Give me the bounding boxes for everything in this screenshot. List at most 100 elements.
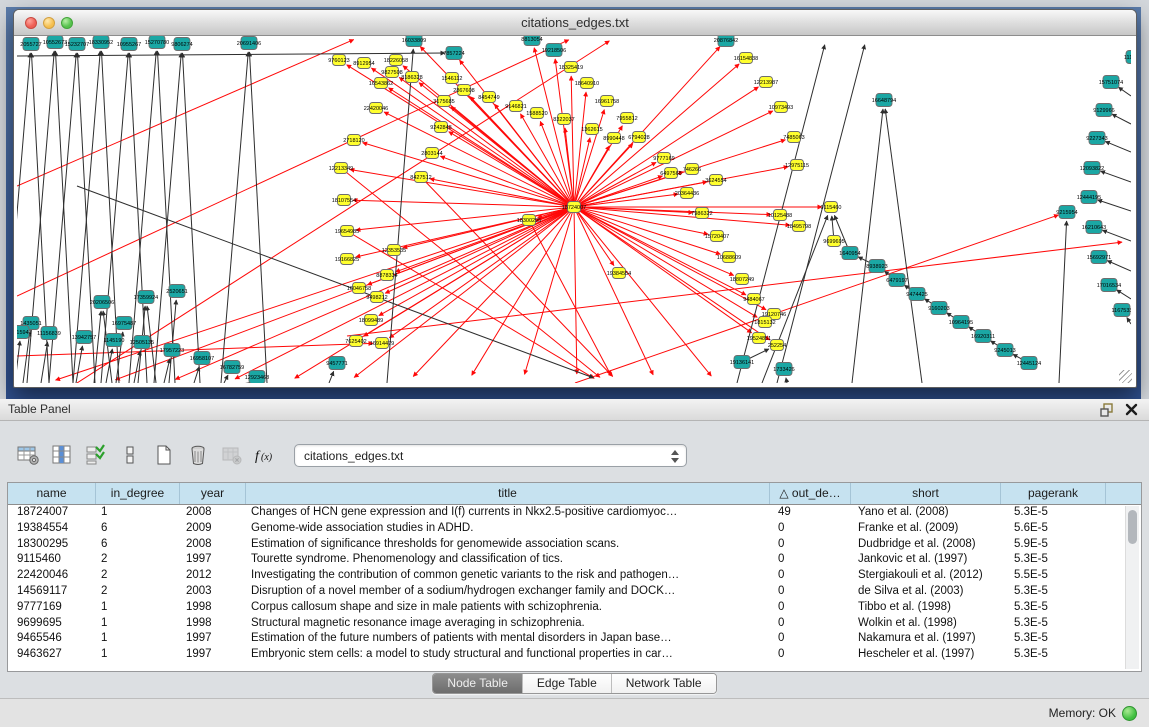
graph-node-label: 13942757 <box>72 335 96 341</box>
graph-node-label: 1733426 <box>773 367 794 373</box>
column-header-year[interactable]: year <box>180 483 246 504</box>
delete-table-icon[interactable] <box>216 440 248 470</box>
graph-node-label: 9227343 <box>1086 136 1107 142</box>
table-cell: 19384554 <box>8 521 96 537</box>
table-cell: 18300295 <box>8 537 96 553</box>
column-header-title[interactable]: title <box>246 483 770 504</box>
graph-node-label: 19524851 <box>747 336 771 342</box>
tab-network-table[interactable]: Network Table <box>612 674 716 693</box>
citation-edge <box>574 207 577 374</box>
citation-network-graph[interactable]: 1872400797601238912954182260589827508165… <box>17 36 1131 383</box>
network-canvas[interactable]: 1872400797601238912954182260589827508165… <box>17 36 1133 384</box>
table-cell: Estimation of the future numbers of pati… <box>246 631 770 647</box>
network-window-titlebar[interactable]: citations_edges.txt <box>14 10 1136 36</box>
svg-text:(x): (x) <box>261 452 273 463</box>
graph-node-label: 12213349 <box>329 166 353 172</box>
graph-node-label: 18300295 <box>517 218 541 224</box>
minimize-window-icon[interactable] <box>43 17 55 29</box>
table-selector-dropdown[interactable]: citations_edges.txt <box>294 444 687 467</box>
function-builder-icon[interactable]: f(x) <box>250 440 282 470</box>
resize-grip[interactable] <box>1119 370 1132 383</box>
graph-node-label: 16154838 <box>734 56 758 62</box>
column-header-out-de-[interactable]: △ out_de… <box>770 483 851 504</box>
close-panel-icon[interactable] <box>1124 402 1139 417</box>
graph-node-label: 10955267 <box>117 42 141 48</box>
graph-node-label: 16210643 <box>1082 225 1106 231</box>
graph-node-label: 12093822 <box>1080 166 1104 172</box>
citation-edge <box>574 194 678 207</box>
table-row[interactable]: 1456911722003Disruption of a novel membe… <box>8 584 1141 600</box>
graph-node-label: 16914479 <box>370 341 394 347</box>
graph-node-label: 11156839 <box>37 331 61 337</box>
column-header-short[interactable]: short <box>851 483 1001 504</box>
close-window-icon[interactable] <box>25 17 37 29</box>
table-row[interactable]: 1872400712008Changes of HCN gene express… <box>8 505 1141 521</box>
table-row[interactable]: 1938455462009Genome-wide association stu… <box>8 521 1141 537</box>
row-height-icon[interactable] <box>114 440 146 470</box>
column-header-pagerank[interactable]: pagerank <box>1001 483 1106 504</box>
table-row[interactable]: 969969511998Structural magnetic resonanc… <box>8 616 1141 632</box>
table-cell: 0 <box>770 584 851 600</box>
graph-node-label: 9160203 <box>928 306 949 312</box>
show-columns-icon[interactable] <box>46 440 78 470</box>
graph-node-label: 9457771 <box>326 361 347 367</box>
table-row[interactable]: 2242004622012Investigating the contribut… <box>8 568 1141 584</box>
table-row[interactable]: 946554611997Estimation of the future num… <box>8 631 1141 647</box>
graph-node-label: 10973493 <box>769 105 793 111</box>
reference-edge <box>1127 318 1131 324</box>
dropdown-stepper-icon <box>671 449 680 464</box>
graph-node-label: 12445124 <box>1017 361 1041 367</box>
citation-edge <box>574 207 734 275</box>
graph-node-label: 15270780 <box>145 40 169 46</box>
table-cell: 9699695 <box>8 616 96 632</box>
table-panel-header: Table Panel <box>0 399 1149 421</box>
graph-node-label: 1362615 <box>581 127 602 133</box>
graph-node-label: 19384554 <box>607 271 631 277</box>
graph-node-label: 252254 <box>768 343 786 349</box>
tab-edge-table[interactable]: Edge Table <box>523 674 612 693</box>
graph-node-label: 22420046 <box>364 106 388 112</box>
table-cell: Estimation of significance thresholds fo… <box>246 537 770 553</box>
table-cell: 2 <box>96 584 180 600</box>
graph-node-label: 2803144 <box>421 151 442 157</box>
select-all-columns-icon[interactable] <box>80 440 112 470</box>
graph-node-label: 12505135 <box>130 340 154 346</box>
column-header-name[interactable]: name <box>8 483 96 504</box>
table-cell: 5.9E-5 <box>1001 537 1106 553</box>
table-cell: 0 <box>770 537 851 553</box>
table-cell: 0 <box>770 600 851 616</box>
zoom-window-icon[interactable] <box>61 17 73 29</box>
delete-column-icon[interactable] <box>182 440 214 470</box>
tab-node-table[interactable]: Node Table <box>433 674 523 693</box>
column-header-in-degree[interactable]: in_degree <box>96 483 180 504</box>
table-row[interactable]: 977716911998Corpus callosum shape and si… <box>8 600 1141 616</box>
table-cell: 5.3E-5 <box>1001 552 1106 568</box>
table-scrollbar-thumb[interactable] <box>1128 510 1137 544</box>
table-cell: 1998 <box>180 616 246 632</box>
new-column-icon[interactable] <box>148 440 180 470</box>
table-cell: 49 <box>770 505 851 521</box>
graph-node-label: 8912954 <box>353 61 374 67</box>
graph-node-label: 12975115 <box>785 163 809 169</box>
float-panel-icon[interactable] <box>1100 402 1115 417</box>
table-row[interactable]: 946362711997Embryonic stem cells: a mode… <box>8 647 1141 663</box>
reference-edge <box>94 311 101 383</box>
reference-edge <box>154 53 181 383</box>
reference-edge <box>76 346 82 383</box>
table-scrollbar[interactable] <box>1125 506 1139 669</box>
graph-node-label: 746266 <box>683 167 701 173</box>
network-window[interactable]: citations_edges.txt 18724007976012389129… <box>13 9 1137 388</box>
graph-node-label: 1111704 <box>1124 55 1131 61</box>
reference-edge <box>194 367 199 383</box>
citation-edge <box>574 138 590 207</box>
reference-edge <box>224 375 228 383</box>
table-panel: Table Panel <box>0 399 1149 727</box>
table-row[interactable]: 1830029562008Estimation of significance … <box>8 537 1141 553</box>
table-cell: Structural magnetic resonance image aver… <box>246 616 770 632</box>
graph-node-label: 12444195 <box>1077 195 1101 201</box>
graph-node-label: 9129966 <box>1093 108 1114 114</box>
table-row[interactable]: 911546021997Tourette syndrome. Phenomeno… <box>8 552 1141 568</box>
table-mode-icon[interactable] <box>12 440 44 470</box>
graph-node-label: 16033809 <box>402 38 426 44</box>
graph-node-label: 9146821 <box>505 104 526 110</box>
